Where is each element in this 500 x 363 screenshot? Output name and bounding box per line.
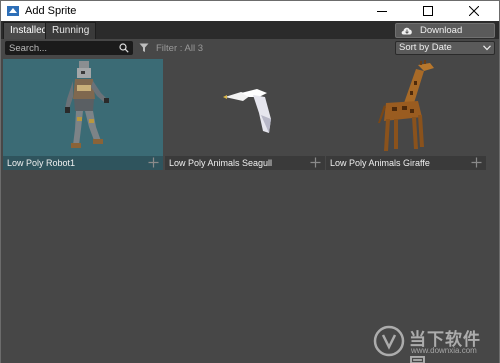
sort-dropdown[interactable]: Sort by Date bbox=[395, 41, 495, 55]
tab-running[interactable]: Running bbox=[45, 22, 97, 39]
add-sprite-window: Add Sprite Installed Running Download Sp… bbox=[0, 0, 500, 363]
seagull-preview-image bbox=[223, 89, 271, 133]
sprite-card-robot[interactable]: Low Poly Robot1 bbox=[3, 59, 163, 171]
sprite-thumbnail-giraffe bbox=[326, 59, 486, 156]
title-bar[interactable]: Add Sprite bbox=[1, 1, 499, 21]
cloud-download-icon bbox=[401, 27, 412, 35]
minimize-button[interactable] bbox=[359, 1, 405, 21]
watermark-logo-icon bbox=[373, 325, 405, 357]
sprite-name: Low Poly Animals Giraffe bbox=[330, 158, 430, 168]
watermark-url: www.downxia.com bbox=[411, 346, 477, 355]
window-title: Add Sprite bbox=[25, 5, 77, 17]
sprite-label-bar: Low Poly Animals Giraffe bbox=[326, 156, 486, 170]
sort-value: Sort by Date bbox=[399, 42, 452, 53]
close-button[interactable] bbox=[451, 1, 497, 21]
add-icon[interactable] bbox=[310, 157, 321, 168]
search-input[interactable] bbox=[9, 42, 117, 54]
maximize-button[interactable] bbox=[405, 1, 451, 21]
sprite-card-giraffe[interactable]: Low Poly Animals Giraffe bbox=[326, 59, 486, 171]
chevron-down-icon bbox=[483, 45, 491, 51]
sprite-label-bar: Low Poly Animals Seagull bbox=[165, 156, 325, 170]
watermark-text: 当下软件园 bbox=[409, 330, 481, 363]
add-icon[interactable] bbox=[471, 157, 482, 168]
filter-status: Filter : All 3 bbox=[156, 43, 203, 54]
sprite-thumbnail-seagull bbox=[165, 59, 325, 156]
maximize-icon bbox=[423, 6, 433, 16]
sprite-label-bar: Low Poly Robot1 bbox=[3, 156, 163, 170]
watermark: 当下软件园 www.downxia.com bbox=[373, 323, 493, 363]
tab-bar: Installed Running Download Sprites bbox=[1, 21, 499, 49]
search-icon[interactable] bbox=[119, 43, 129, 53]
sprite-thumbnail-robot bbox=[3, 59, 163, 156]
giraffe-preview-image bbox=[378, 60, 434, 151]
sprite-name: Low Poly Robot1 bbox=[7, 158, 76, 168]
sprite-name: Low Poly Animals Seagull bbox=[169, 158, 273, 168]
add-icon[interactable] bbox=[148, 157, 159, 168]
close-icon bbox=[469, 6, 479, 16]
app-icon bbox=[7, 6, 19, 16]
download-sprites-button[interactable]: Download Sprites bbox=[395, 23, 495, 49]
empty-area: 当下软件园 www.downxia.com bbox=[1, 171, 499, 363]
filter-icon[interactable] bbox=[139, 43, 149, 53]
robot-preview-image bbox=[65, 61, 109, 148]
filter-bar: Filter : All 3 Sort by Date bbox=[1, 39, 499, 57]
search-box[interactable] bbox=[5, 41, 133, 55]
minimize-icon bbox=[377, 11, 387, 12]
sprite-grid: Low Poly Robot1 Low Poly Animals Seagull bbox=[1, 59, 499, 171]
sprite-card-seagull[interactable]: Low Poly Animals Seagull bbox=[165, 59, 325, 171]
